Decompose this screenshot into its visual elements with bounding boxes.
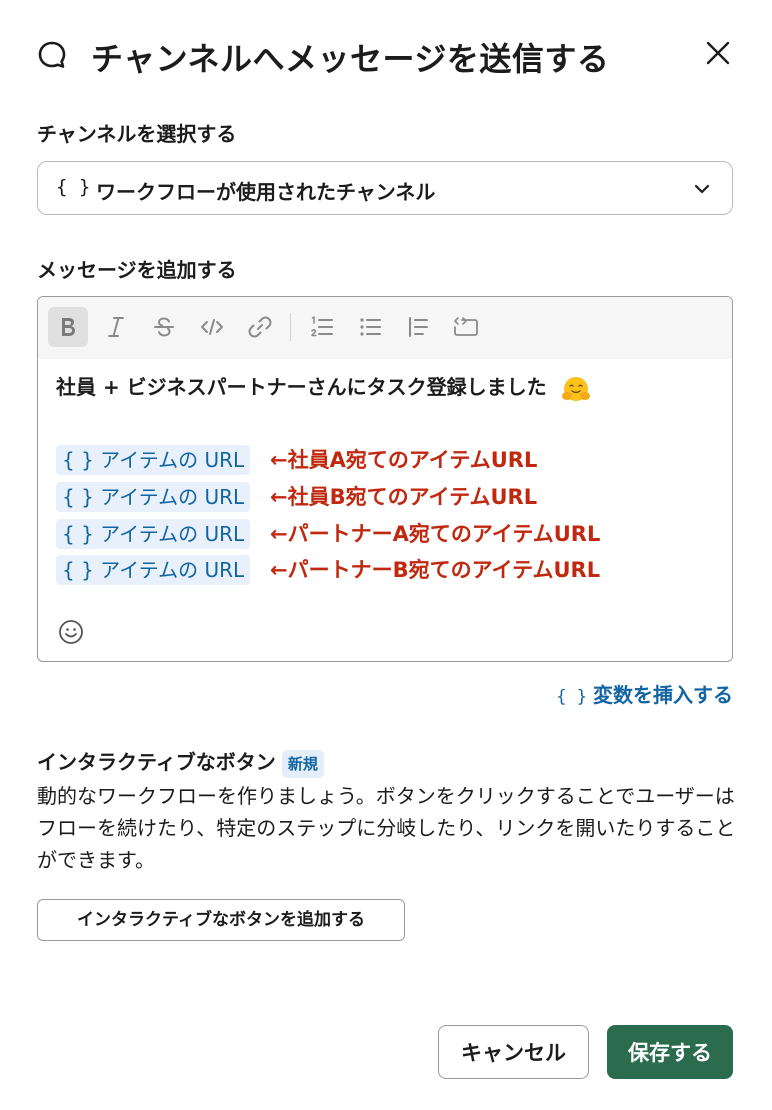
blockquote-icon xyxy=(409,317,428,337)
variable-chip[interactable]: { } アイテムの URL xyxy=(56,445,251,475)
variable-chip[interactable]: { } アイテムの URL xyxy=(56,482,251,512)
message-text: 社員 + ビジネスパートナーさんにタスク登録しました xyxy=(56,375,547,399)
bulleted-list-button[interactable] xyxy=(350,307,390,347)
variable-braces-icon: { } xyxy=(556,687,587,707)
cancel-button[interactable]: キャンセル xyxy=(438,1025,589,1079)
emoji-picker-icon[interactable] xyxy=(58,619,84,645)
dialog-header: チャンネルへメッセージを送信する xyxy=(37,32,737,80)
code-button[interactable] xyxy=(192,307,232,347)
bold-icon xyxy=(62,318,75,336)
italic-icon xyxy=(108,317,124,337)
channel-label: チャンネルを選択する xyxy=(37,122,237,146)
strikethrough-icon xyxy=(154,317,174,337)
variable-chip[interactable]: { } アイテムの URL xyxy=(56,555,251,585)
formatting-toolbar xyxy=(38,297,732,359)
dialog-title: チャンネルへメッセージを送信する xyxy=(91,40,610,78)
toolbar-divider xyxy=(290,313,291,341)
code-block-button[interactable] xyxy=(446,307,486,347)
channel-select[interactable]: { } ワークフローが使用されたチャンネル xyxy=(37,161,733,215)
hugging-face-emoji xyxy=(561,376,590,401)
message-label: メッセージを追加する xyxy=(37,258,237,282)
ordered-list-button[interactable] xyxy=(302,307,342,347)
bold-button[interactable] xyxy=(48,307,88,347)
annotation-text: ←パートナーB宛てのアイテムURL xyxy=(270,558,601,582)
strikethrough-button[interactable] xyxy=(144,307,184,347)
insert-variable-link[interactable]: { } 変数を挿入する xyxy=(556,679,733,708)
channel-selected-value: ワークフローが使用されたチャンネル xyxy=(96,180,436,204)
close-icon[interactable] xyxy=(703,38,733,68)
ordered-list-icon xyxy=(311,316,333,337)
new-badge: 新規 xyxy=(281,749,324,778)
interactive-section-title: インタラクティブなボタン 新規 xyxy=(37,746,324,778)
link-button[interactable] xyxy=(240,307,280,347)
link-icon xyxy=(248,316,272,338)
italic-button[interactable] xyxy=(96,307,136,347)
chevron-down-icon xyxy=(694,184,710,194)
annotation-text: ←社員B宛てのアイテムURL xyxy=(270,485,538,509)
annotation-text: ←パートナーA宛てのアイテムURL xyxy=(270,522,601,546)
code-icon xyxy=(201,319,223,335)
message-text-line: 社員 + ビジネスパートナーさんにタスク登録しました xyxy=(56,371,592,404)
blockquote-button[interactable] xyxy=(398,307,438,347)
interactive-title: インタラクティブなボタン xyxy=(37,750,276,774)
code-block-icon xyxy=(454,317,478,336)
interactive-description: 動的なワークフローを作りましょう。ボタンをクリックすることでユーザーはフローを続… xyxy=(37,784,736,872)
variable-chip[interactable]: { } アイテムの URL xyxy=(56,519,251,549)
annotation-text: ←社員A宛てのアイテムURL xyxy=(270,448,538,472)
insert-variable-label: 変数を挿入する xyxy=(593,683,733,707)
message-editor[interactable]: 社員 + ビジネスパートナーさんにタスク登録しました { } アイテムの URL… xyxy=(37,296,733,662)
add-interactive-button[interactable]: インタラクティブなボタンを追加する xyxy=(37,899,405,941)
bulleted-list-icon xyxy=(360,318,381,336)
variable-braces-icon: { } xyxy=(56,176,91,198)
chat-bubble-icon xyxy=(38,41,66,68)
save-button[interactable]: 保存する xyxy=(607,1025,733,1079)
